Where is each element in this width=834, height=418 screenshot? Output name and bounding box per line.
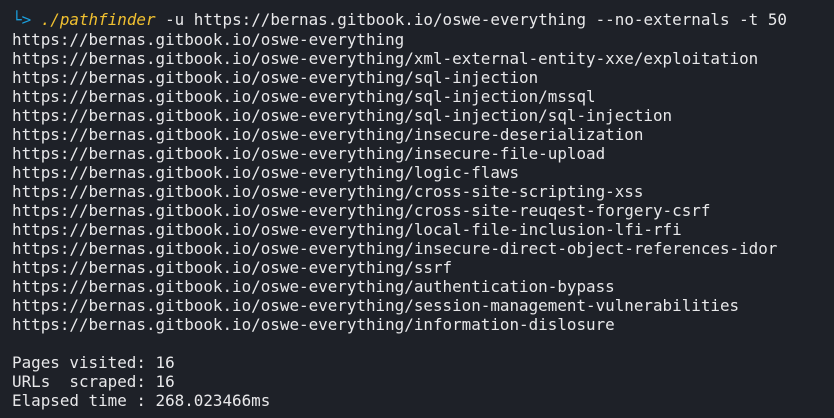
url-output-line: https://bernas.gitbook.io/oswe-everythin… xyxy=(12,220,682,239)
stat-elapsed-time: Elapsed time : 268.023466ms xyxy=(12,391,271,410)
url-output-line: https://bernas.gitbook.io/oswe-everythin… xyxy=(12,239,778,258)
url-output-line: https://bernas.gitbook.io/oswe-everythin… xyxy=(12,296,740,315)
url-output-line: https://bernas.gitbook.io/oswe-everythin… xyxy=(12,163,520,182)
url-output-line: https://bernas.gitbook.io/oswe-everythin… xyxy=(12,49,759,68)
command-line: └> ./pathfinder -u https://bernas.gitboo… xyxy=(12,10,834,30)
url-output-line: https://bernas.gitbook.io/oswe-everythin… xyxy=(12,106,673,125)
stat-urls-scraped: URLs scraped: 16 xyxy=(12,372,175,391)
url-output-line: https://bernas.gitbook.io/oswe-everythin… xyxy=(12,277,615,296)
url-output-line: https://bernas.gitbook.io/oswe-everythin… xyxy=(12,30,405,49)
url-output-line: https://bernas.gitbook.io/oswe-everythin… xyxy=(12,315,615,334)
url-output-line: https://bernas.gitbook.io/oswe-everythin… xyxy=(12,182,644,201)
command-name: ./pathfinder xyxy=(40,10,156,29)
url-output-line: https://bernas.gitbook.io/oswe-everythin… xyxy=(12,144,606,163)
url-output-line: https://bernas.gitbook.io/oswe-everythin… xyxy=(12,87,596,106)
url-output-line: https://bernas.gitbook.io/oswe-everythin… xyxy=(12,258,453,277)
stat-pages-visited: Pages visited: 16 xyxy=(12,353,175,372)
command-args: -u https://bernas.gitbook.io/oswe-everyt… xyxy=(155,10,787,29)
url-output-line: https://bernas.gitbook.io/oswe-everythin… xyxy=(12,68,539,87)
prompt-arrow-icon: └> xyxy=(12,10,32,29)
url-output-line: https://bernas.gitbook.io/oswe-everythin… xyxy=(12,125,644,144)
url-output-list: https://bernas.gitbook.io/oswe-everythin… xyxy=(12,30,834,334)
terminal-window[interactable]: └> ./pathfinder -u https://bernas.gitboo… xyxy=(0,0,834,418)
url-output-line: https://bernas.gitbook.io/oswe-everythin… xyxy=(12,201,711,220)
